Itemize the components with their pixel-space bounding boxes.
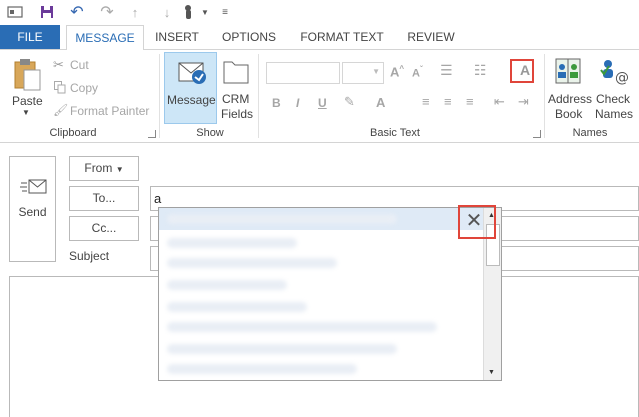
format-painter-button[interactable]: Format Painter — [70, 104, 149, 118]
group-divider — [159, 54, 160, 138]
subject-label: Subject — [69, 249, 110, 263]
envelope-icon — [177, 57, 207, 90]
autocomplete-list[interactable]: ✕ ▲ ▼ — [158, 207, 502, 381]
list-item[interactable] — [167, 258, 337, 268]
address-book-label-line2[interactable]: Book — [555, 107, 582, 121]
address-book-label-line1[interactable]: Address — [548, 92, 592, 106]
message-button[interactable]: Message — [164, 52, 217, 124]
check-names-label-line2[interactable]: Names — [595, 107, 633, 121]
list-item[interactable] — [167, 302, 307, 312]
ribbon-tabs: FILE MESSAGE INSERT OPTIONS FORMAT TEXT … — [0, 25, 639, 51]
to-field-value: a — [154, 191, 162, 206]
chevron-down-icon[interactable]: ▼ — [196, 3, 214, 21]
crm-fields-label-line2[interactable]: Fields — [221, 107, 253, 121]
tab-options[interactable]: OPTIONS — [216, 25, 282, 49]
decrease-indent-icon[interactable]: ⇤ — [494, 94, 505, 110]
group-label-show: Show — [196, 127, 224, 139]
customize-qat-icon[interactable]: ≡ — [216, 3, 234, 21]
ribbon: Paste ▼ ✂ Cut Copy 🖌 Format Painter Clip… — [0, 50, 639, 143]
callout-box-ribbon — [510, 59, 534, 83]
format-painter-icon: 🖌 — [53, 103, 69, 117]
crm-fields-icon[interactable] — [222, 56, 250, 89]
bullets-icon[interactable]: ☰ — [440, 62, 453, 79]
save-icon[interactable] — [38, 3, 56, 21]
copy-button[interactable]: Copy — [70, 81, 98, 95]
arrow-down-icon[interactable]: ↓ — [158, 3, 176, 21]
numbering-icon[interactable]: ☷ — [474, 62, 487, 79]
shrink-font-icon[interactable]: Aˇ — [412, 65, 423, 80]
list-item[interactable] — [167, 238, 297, 248]
tab-format-text[interactable]: FORMAT TEXT — [294, 25, 390, 49]
group-label-basic-text: Basic Text — [370, 127, 420, 139]
scissors-icon: ✂ — [53, 57, 64, 72]
address-book-icon[interactable] — [554, 56, 584, 89]
from-button[interactable]: From ▼ — [69, 156, 139, 181]
from-label: From — [84, 161, 113, 175]
chevron-down-icon: ▼ — [115, 165, 124, 174]
svg-text:@: @ — [615, 70, 629, 86]
list-item[interactable] — [167, 344, 397, 354]
clipboard-dialog-launcher[interactable] — [148, 130, 156, 138]
paste-label[interactable]: Paste — [12, 94, 43, 108]
tab-review[interactable]: REVIEW — [402, 25, 460, 49]
scroll-down-icon[interactable]: ▼ — [488, 369, 495, 376]
highlight-icon[interactable]: ✎ — [344, 94, 355, 110]
group-divider — [544, 54, 545, 138]
copy-icon — [54, 81, 66, 97]
message-label: Message — [167, 93, 216, 107]
paste-icon[interactable] — [12, 56, 42, 97]
arrow-up-icon[interactable]: ↑ — [126, 3, 144, 21]
tab-file[interactable]: FILE — [0, 25, 60, 49]
italic-button[interactable]: I — [296, 96, 299, 110]
increase-indent-icon[interactable]: ⇥ — [518, 94, 529, 110]
align-right-icon[interactable]: ≡ — [466, 94, 474, 109]
font-size-box[interactable]: ▼ — [342, 62, 384, 84]
group-label-clipboard: Clipboard — [49, 127, 97, 139]
send-envelope-icon — [20, 177, 48, 200]
tab-message[interactable]: MESSAGE — [66, 25, 144, 51]
align-left-icon[interactable]: ≡ — [422, 94, 430, 109]
align-center-icon[interactable]: ≡ — [444, 94, 452, 109]
list-item[interactable] — [167, 280, 287, 290]
send-button[interactable]: Send — [9, 156, 56, 262]
list-item[interactable] — [167, 364, 357, 374]
group-divider — [258, 54, 259, 138]
send-label: Send — [18, 205, 47, 219]
bold-button[interactable]: B — [272, 96, 281, 110]
cut-button[interactable]: Cut — [70, 58, 89, 72]
undo-icon[interactable]: ↶ — [68, 3, 86, 21]
list-item[interactable] — [167, 322, 437, 332]
callout-box-close — [458, 205, 496, 239]
to-button[interactable]: To... — [69, 186, 139, 211]
redo-icon[interactable]: ↷ — [98, 3, 116, 21]
grow-font-icon[interactable]: A^ — [390, 64, 404, 79]
crm-fields-label-line1[interactable]: CRM — [222, 92, 249, 106]
outlook-window-icon[interactable] — [6, 3, 24, 21]
quick-access-toolbar: ↶ ↷ ↑ ↓ ▼ ≡ — [0, 0, 639, 24]
group-label-names: Names — [572, 127, 608, 139]
list-item[interactable] — [167, 214, 397, 224]
check-names-label-line1[interactable]: Check — [596, 92, 630, 106]
underline-button[interactable]: U — [318, 96, 327, 110]
font-name-box[interactable] — [266, 62, 340, 84]
chevron-down-icon[interactable]: ▼ — [22, 108, 30, 117]
chevron-down-icon: ▼ — [372, 67, 380, 76]
check-names-icon[interactable]: @ — [598, 56, 632, 89]
font-color-icon[interactable]: A — [376, 95, 385, 110]
tab-insert[interactable]: INSERT — [150, 25, 204, 49]
basic-text-dialog-launcher[interactable] — [533, 130, 541, 138]
cc-button[interactable]: Cc... — [69, 216, 139, 241]
